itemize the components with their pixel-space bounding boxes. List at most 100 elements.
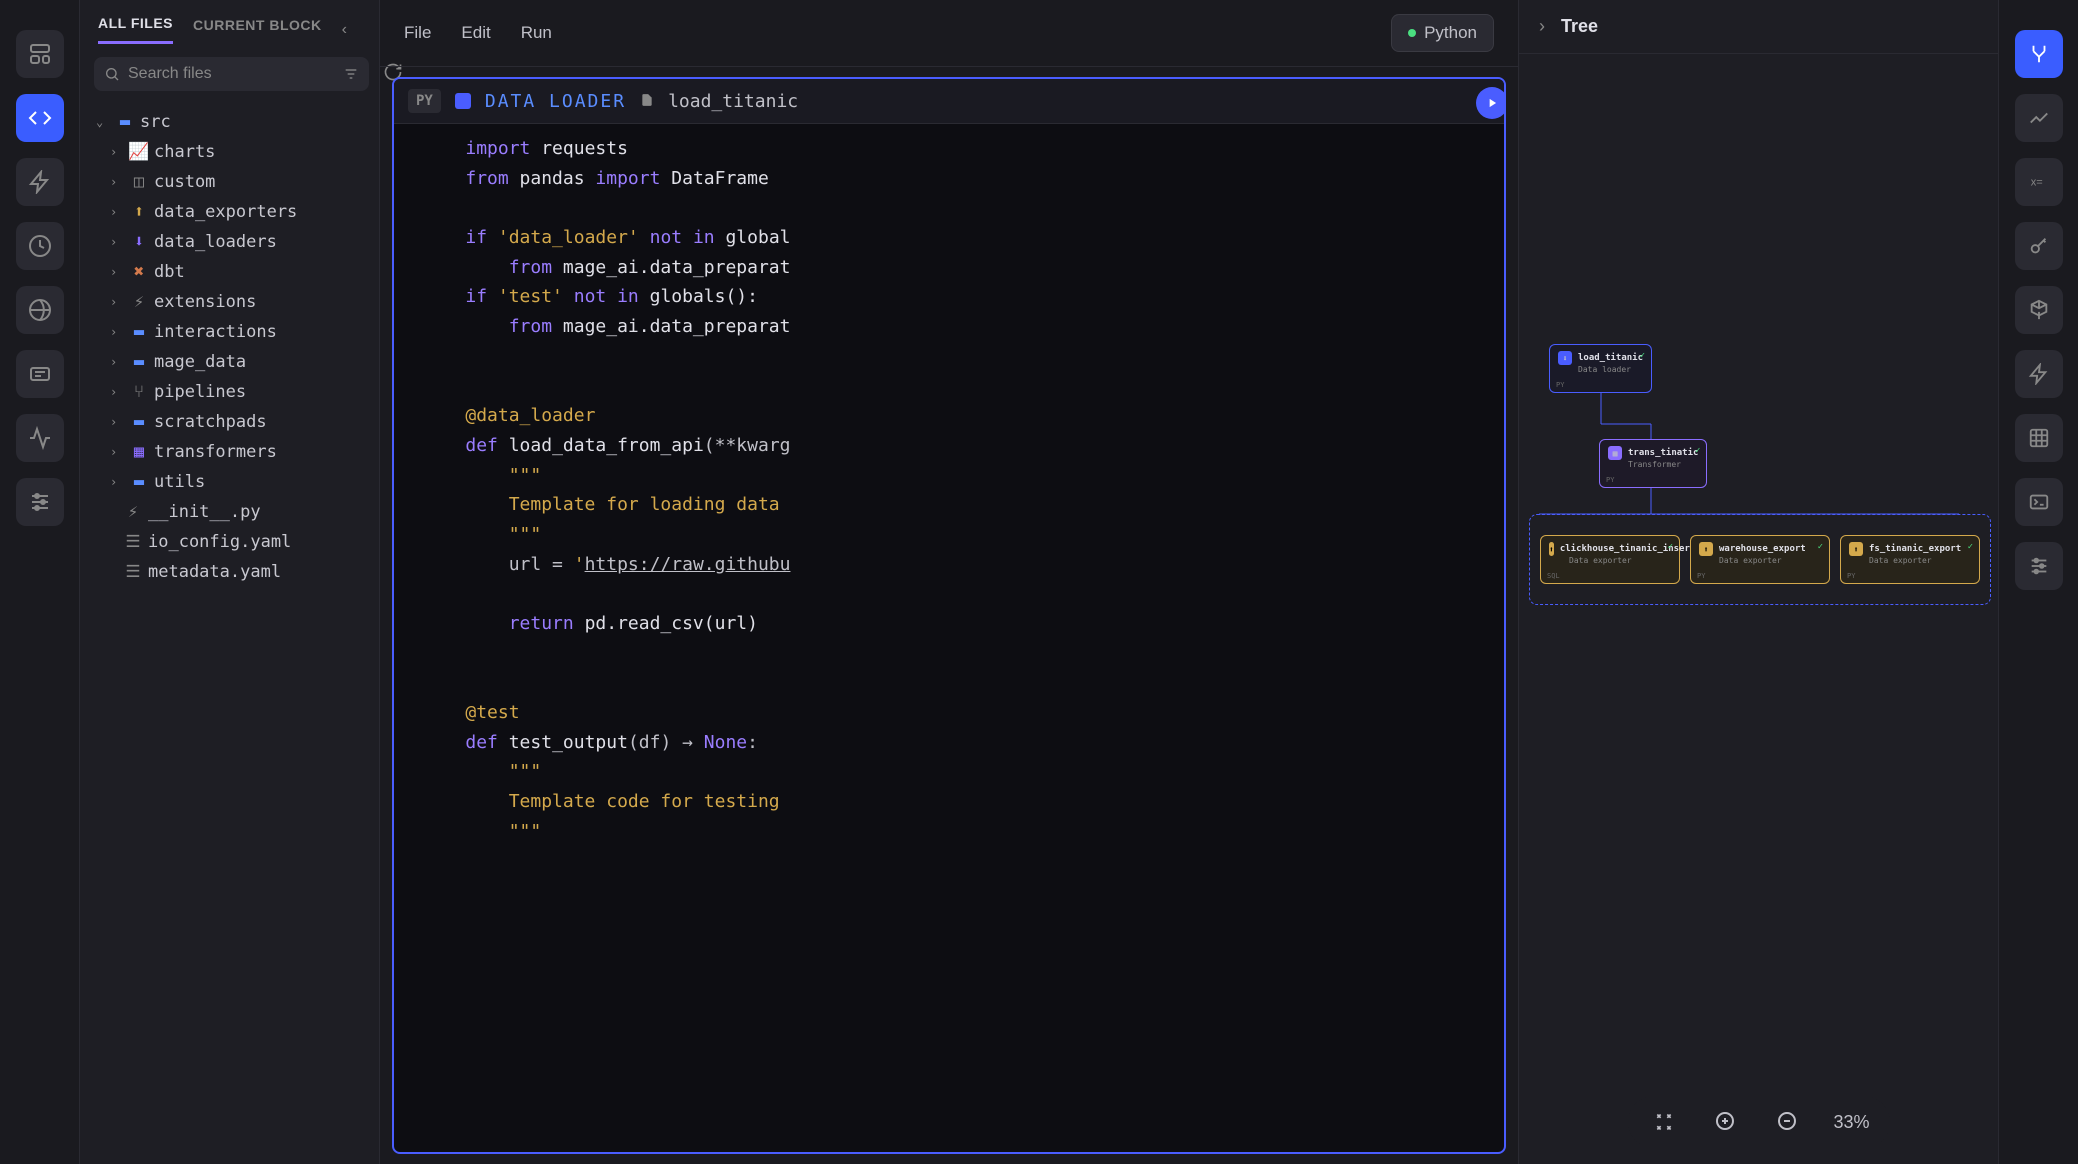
code-line[interactable] bbox=[394, 579, 1504, 609]
code-line[interactable]: @data_loader bbox=[394, 401, 1504, 431]
code-line[interactable]: Template for loading data bbox=[394, 490, 1504, 520]
tree-folder[interactable]: ›▬utils bbox=[90, 467, 369, 497]
sliders-button[interactable] bbox=[2015, 542, 2063, 590]
globe-icon-button[interactable] bbox=[16, 286, 64, 334]
tree-item-label: transformers bbox=[154, 442, 277, 462]
tree-folder[interactable]: ›◫custom bbox=[90, 167, 369, 197]
tree-file[interactable]: ☰metadata.yaml bbox=[90, 557, 369, 587]
secrets-button[interactable] bbox=[2015, 222, 2063, 270]
code-line[interactable]: if 'test' not in globals(): bbox=[394, 282, 1504, 312]
zoom-out-button[interactable] bbox=[1771, 1106, 1803, 1138]
run-block-button[interactable] bbox=[1476, 87, 1506, 119]
tree-node-loader[interactable]: ⬇load_titanic Data loader PY ✓ bbox=[1549, 344, 1652, 393]
tree-file[interactable]: ⚡__init__.py bbox=[90, 497, 369, 527]
tree-folder[interactable]: ›▬scratchpads bbox=[90, 407, 369, 437]
code-line[interactable]: Template code for testing bbox=[394, 787, 1504, 817]
tree-root[interactable]: ⌄ ▬ src bbox=[90, 107, 369, 137]
code-line[interactable] bbox=[394, 372, 1504, 402]
code-line[interactable]: from pandas import DataFrame bbox=[394, 164, 1504, 194]
language-label: Python bbox=[1424, 23, 1477, 43]
code-line[interactable]: url = 'https://raw.githubu bbox=[394, 550, 1504, 580]
zoom-in-button[interactable] bbox=[1709, 1106, 1741, 1138]
tree-file[interactable]: ☰io_config.yaml bbox=[90, 527, 369, 557]
bolt-right-button[interactable] bbox=[2015, 350, 2063, 398]
tree-folder[interactable]: ›▬interactions bbox=[90, 317, 369, 347]
code-icon-button[interactable] bbox=[16, 94, 64, 142]
code-line[interactable]: """ bbox=[394, 817, 1504, 847]
code-line[interactable]: """ bbox=[394, 757, 1504, 787]
tree-item-label: dbt bbox=[154, 262, 185, 282]
chevron-right-icon: › bbox=[110, 385, 124, 399]
check-icon: ✓ bbox=[1968, 542, 1973, 552]
chevron-right-icon: › bbox=[110, 415, 124, 429]
code-line[interactable]: if 'data_loader' not in global bbox=[394, 223, 1504, 253]
code-line[interactable]: """ bbox=[394, 461, 1504, 491]
tree-node-exporter[interactable]: ⬆clickhouse_tinanic_insertData exporterS… bbox=[1540, 535, 1680, 584]
menu-edit[interactable]: Edit bbox=[461, 23, 490, 43]
check-icon: ✓ bbox=[1668, 542, 1673, 552]
tree-canvas[interactable]: ⬇load_titanic Data loader PY ✓ ▦trans_ti… bbox=[1519, 54, 1998, 1164]
variables-button[interactable]: x= bbox=[2015, 158, 2063, 206]
status-dot-icon bbox=[1408, 29, 1416, 37]
check-icon: ✓ bbox=[1818, 542, 1823, 552]
tree-node-exporter[interactable]: ⬆fs_tinanic_exportData exporterPY✓ bbox=[1840, 535, 1980, 584]
layout-icon-button[interactable] bbox=[16, 30, 64, 78]
folder-icon: ▬ bbox=[130, 322, 148, 342]
chart-view-button[interactable] bbox=[2015, 94, 2063, 142]
cube-button[interactable] bbox=[2015, 286, 2063, 334]
code-line[interactable]: from mage_ai.data_preparat bbox=[394, 253, 1504, 283]
exporter-icon: ⬆ bbox=[1699, 542, 1713, 556]
tree-folder[interactable]: ›⚡extensions bbox=[90, 287, 369, 317]
filter-icon[interactable] bbox=[343, 66, 359, 82]
fit-view-button[interactable] bbox=[1647, 1106, 1679, 1138]
code-line[interactable]: def test_output(df) → None: bbox=[394, 728, 1504, 758]
block-header: PY DATA LOADER load_titanic bbox=[394, 79, 1504, 124]
tree-folder[interactable]: ›⑂pipelines bbox=[90, 377, 369, 407]
tree-item-label: metadata.yaml bbox=[148, 562, 281, 582]
terminal-button[interactable] bbox=[2015, 478, 2063, 526]
list-icon: ☰ bbox=[124, 532, 142, 552]
log-icon-button[interactable] bbox=[16, 350, 64, 398]
tab-all-files[interactable]: ALL FILES bbox=[98, 15, 173, 44]
settings-icon-button[interactable] bbox=[16, 478, 64, 526]
code-line[interactable]: from mage_ai.data_preparat bbox=[394, 312, 1504, 342]
node-title: clickhouse_tinanic_insert bbox=[1560, 544, 1695, 554]
chevron-left-icon[interactable]: ‹ bbox=[342, 21, 347, 39]
language-badge[interactable]: Python bbox=[1391, 14, 1494, 52]
chevron-down-icon: ⌄ bbox=[96, 115, 110, 129]
menu-run[interactable]: Run bbox=[521, 23, 552, 43]
code-line[interactable]: import requests bbox=[394, 134, 1504, 164]
tree-folder[interactable]: ›▦transformers bbox=[90, 437, 369, 467]
tree-node-exporter[interactable]: ⬆warehouse_exportData exporterPY✓ bbox=[1690, 535, 1830, 584]
tree-item-label: data_exporters bbox=[154, 202, 297, 222]
node-subtitle: Transformer bbox=[1628, 460, 1698, 469]
bolt-icon-button[interactable] bbox=[16, 158, 64, 206]
tree-folder[interactable]: ›▬mage_data bbox=[90, 347, 369, 377]
chevron-right-icon: › bbox=[110, 175, 124, 189]
tab-current-block[interactable]: CURRENT BLOCK bbox=[193, 17, 322, 43]
code-line[interactable]: def load_data_from_api(**kwarg bbox=[394, 431, 1504, 461]
tree-folder[interactable]: ›✖dbt bbox=[90, 257, 369, 287]
tree-folder[interactable]: ›⬆data_exporters bbox=[90, 197, 369, 227]
chevron-right-icon[interactable]: › bbox=[1539, 16, 1545, 37]
block-type-label: DATA LOADER bbox=[485, 91, 626, 112]
code-line[interactable] bbox=[394, 639, 1504, 669]
code-line[interactable]: @test bbox=[394, 698, 1504, 728]
code-editor[interactable]: import requests from pandas import DataF… bbox=[394, 124, 1504, 1152]
code-line[interactable] bbox=[394, 193, 1504, 223]
chevron-right-icon: › bbox=[110, 205, 124, 219]
code-line[interactable] bbox=[394, 342, 1504, 372]
code-line[interactable] bbox=[394, 668, 1504, 698]
tree-view-button[interactable] bbox=[2015, 30, 2063, 78]
search-box[interactable] bbox=[94, 57, 369, 91]
tree-folder[interactable]: ›📈charts bbox=[90, 137, 369, 167]
search-input[interactable] bbox=[128, 65, 335, 83]
tree-folder[interactable]: ›⬇data_loaders bbox=[90, 227, 369, 257]
clock-icon-button[interactable] bbox=[16, 222, 64, 270]
activity-icon-button[interactable] bbox=[16, 414, 64, 462]
menu-file[interactable]: File bbox=[404, 23, 431, 43]
tree-node-transformer[interactable]: ▦trans_tinatic Transformer PY ✓ bbox=[1599, 439, 1707, 488]
code-line[interactable]: """ bbox=[394, 520, 1504, 550]
code-line[interactable]: return pd.read_csv(url) bbox=[394, 609, 1504, 639]
grid-button[interactable] bbox=[2015, 414, 2063, 462]
